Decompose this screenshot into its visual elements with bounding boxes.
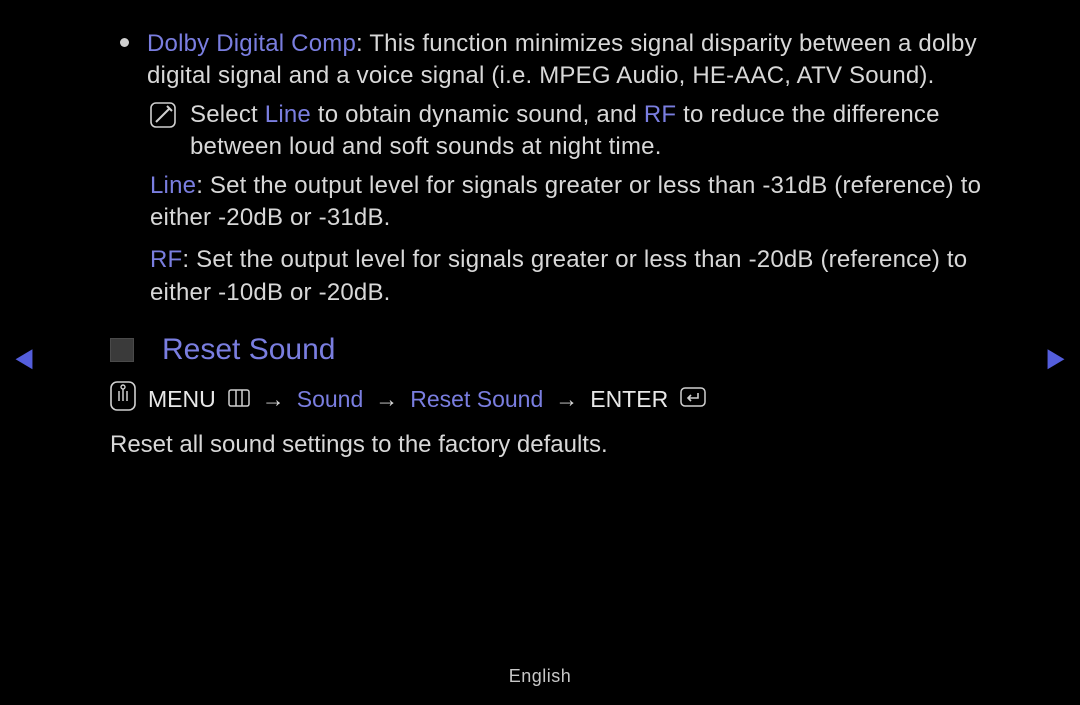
dolby-title: Dolby Digital Comp <box>147 30 356 57</box>
section-title: Reset Sound <box>162 333 335 367</box>
next-page-button[interactable]: ▶ <box>1048 342 1065 373</box>
rf-definition: RF: Set the output level for signals gre… <box>150 244 1000 309</box>
breadcrumb-reset-sound: Reset Sound <box>410 386 543 413</box>
bullet-icon <box>120 38 129 47</box>
note-text-pre: Select <box>190 101 265 128</box>
list-item: Dolby Digital Comp: This function minimi… <box>120 28 1000 93</box>
footer-language: English <box>0 666 1080 687</box>
line-keyword: Line <box>150 172 196 199</box>
menu-icon <box>228 386 250 413</box>
menu-label: MENU <box>148 386 216 413</box>
note-icon <box>150 102 176 133</box>
note-text-mid: to obtain dynamic sound, and <box>311 101 644 128</box>
note-line-keyword: Line <box>265 101 311 128</box>
reset-desc: Reset all sound settings to the factory … <box>110 431 1000 459</box>
rf-desc: : Set the output level for signals great… <box>150 246 967 305</box>
arrow-icon: → <box>262 386 285 413</box>
section-title-row: Reset Sound <box>110 333 1000 367</box>
square-bullet-icon <box>110 338 134 362</box>
rf-keyword: RF <box>150 246 182 273</box>
prev-page-button[interactable]: ◀ <box>16 342 33 373</box>
breadcrumb-sound: Sound <box>297 386 364 413</box>
note-text: Select Line to obtain dynamic sound, and… <box>190 99 1000 164</box>
note-row: Select Line to obtain dynamic sound, and… <box>150 99 1000 164</box>
breadcrumb: MENU → Sound → Reset Sound → ENTER <box>110 381 1000 417</box>
arrow-icon: → <box>555 386 578 413</box>
arrow-icon: → <box>375 386 398 413</box>
reset-sound-section: Reset Sound MENU → Sound → Re <box>110 333 1000 459</box>
enter-label: ENTER <box>590 386 668 413</box>
note-rf-keyword: RF <box>644 101 676 128</box>
hand-icon <box>110 381 136 417</box>
line-desc: : Set the output level for signals great… <box>150 172 981 231</box>
dolby-paragraph: Dolby Digital Comp: This function minimi… <box>147 28 1000 93</box>
line-definition: Line: Set the output level for signals g… <box>150 170 1000 235</box>
enter-icon <box>680 386 706 413</box>
